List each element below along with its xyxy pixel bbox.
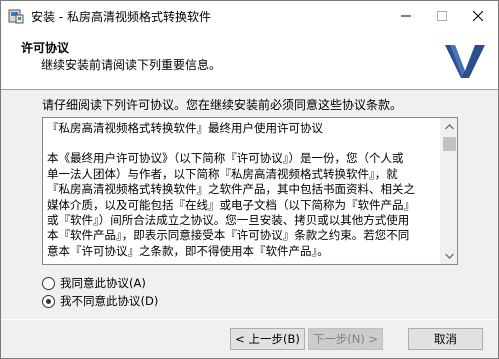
page-header: 许可协议 继续安装前请阅读下列重要信息。 xyxy=(1,30,498,90)
installer-app-icon xyxy=(8,9,24,24)
v-logo-icon xyxy=(441,38,489,84)
scroll-up-button[interactable] xyxy=(441,118,458,135)
license-line: 『私房高清视频格式转换软件』之软件产品，其中包括书面资料、相关之 xyxy=(47,182,415,197)
license-line: 本『软件产品』，即表示同意接受本『许可协议』条款之约束。若您不同 xyxy=(47,228,410,243)
license-blank-line xyxy=(47,136,439,151)
license-line: 意本『许可协议』之条款，即不得使用本『软件产品』。 xyxy=(47,243,329,258)
close-button[interactable] xyxy=(456,1,499,30)
agree-radio[interactable] xyxy=(42,276,55,290)
installer-window: 安装 - 私房高清视频格式转换软件 许可协议 继续安装前请阅读下列重要信息。 请… xyxy=(0,0,499,359)
disagree-label[interactable]: 我不同意此协议(D) xyxy=(60,293,158,309)
scrollbar-thumb[interactable] xyxy=(443,137,456,151)
title-bar: 安装 - 私房高清视频格式转换软件 xyxy=(1,1,498,30)
license-line: 『私房高清视频格式转换软件』最终用户使用许可协议 xyxy=(47,121,323,135)
cancel-button[interactable]: 取消 xyxy=(408,328,483,350)
page-title: 许可协议 xyxy=(21,41,70,55)
license-text: 『私房高清视频格式转换软件』最终用户使用许可协议本《最终用户许可协议》（以下简称… xyxy=(47,121,439,263)
back-button[interactable]: < 上一步(B) xyxy=(230,328,305,350)
close-icon xyxy=(473,10,483,21)
minimize-icon xyxy=(401,15,411,16)
chevron-down-icon xyxy=(445,253,454,259)
next-button[interactable]: 下一步(N) > xyxy=(308,328,383,350)
license-instruction: 请仔细阅读下列许可协议。您在继续安装前必须同意这些协议条款。 xyxy=(42,98,403,112)
footer-divider xyxy=(1,319,498,320)
disagree-radio[interactable] xyxy=(42,294,55,308)
agree-option[interactable]: 我同意此协议(A) xyxy=(42,275,146,291)
license-line: 单一法人团体）与作者，以下简称『私房高清视频格式转换软件』，就 xyxy=(47,166,398,181)
disagree-option[interactable]: 我不同意此协议(D) xyxy=(42,293,158,309)
scroll-down-button[interactable] xyxy=(441,247,458,264)
agree-label[interactable]: 我同意此协议(A) xyxy=(60,275,146,291)
window-title: 安装 - 私房高清视频格式转换软件 xyxy=(31,10,211,24)
license-textbox[interactable]: 『私房高清视频格式转换软件』最终用户使用许可协议本《最终用户许可协议》（以下简称… xyxy=(42,117,458,265)
license-line: 本《最终用户许可协议》（以下简称『许可协议』）是一份，您（个人或 xyxy=(47,151,404,166)
chevron-up-icon xyxy=(445,123,454,129)
license-line: 或『软件』）间所合法成立之协议。您一旦安装、拷贝或以其他方式使用 xyxy=(47,213,410,228)
maximize-icon xyxy=(437,10,447,21)
page-subtitle: 继续安装前请阅读下列重要信息。 xyxy=(41,58,222,72)
license-line: 媒体介质，以及可能包括『在线』或电子文档（以下简称为『软件产品』 xyxy=(47,197,415,212)
license-scrollbar[interactable] xyxy=(440,118,457,264)
